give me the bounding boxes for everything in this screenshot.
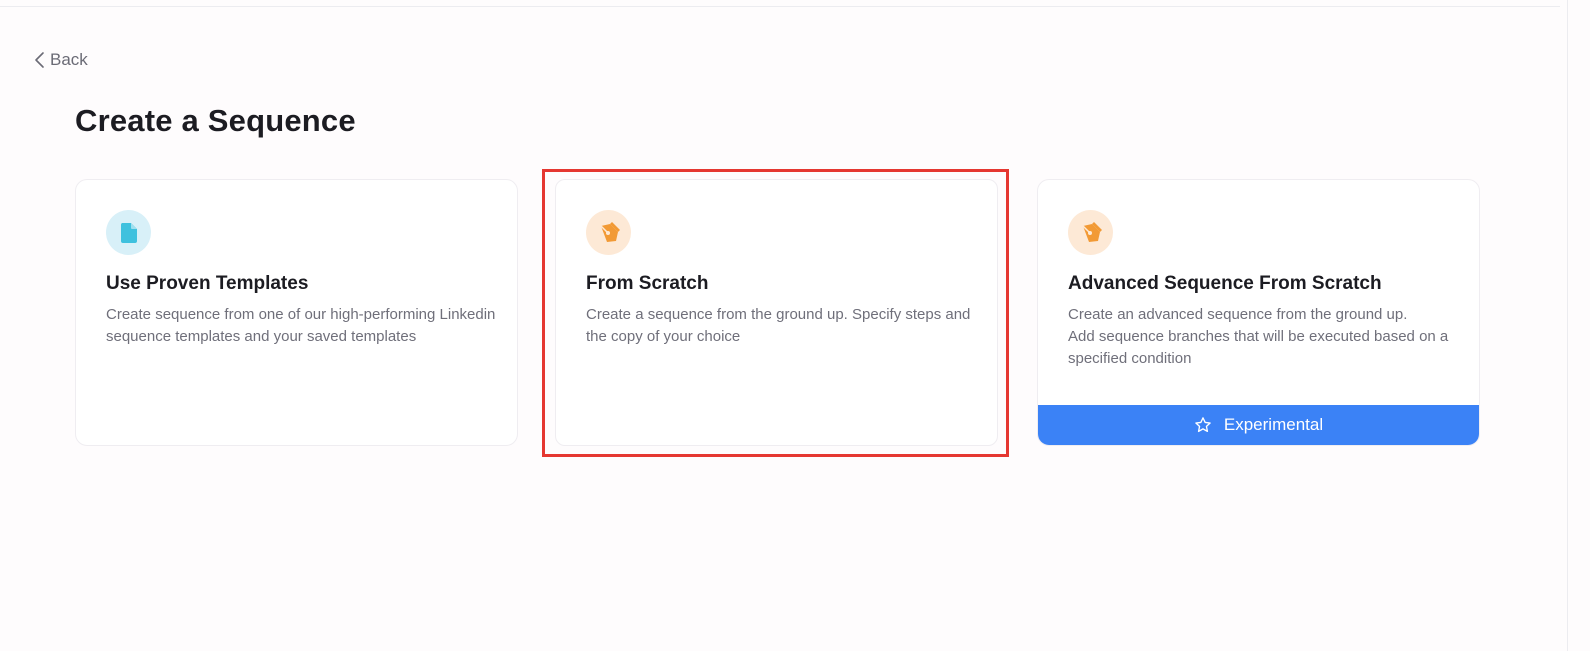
advanced-card-description-line-2: Add sequence branches that will be execu… [1068, 328, 1449, 367]
advanced-card-title: Advanced Sequence From Scratch [1068, 273, 1382, 294]
back-label: Back [50, 50, 88, 69]
experimental-label: Experimental [1223, 415, 1324, 434]
page-title: Create a Sequence [75, 103, 356, 138]
advanced-card-description-line-1: Create an advanced sequence from the gro… [1068, 306, 1408, 323]
scratch-card-description: Create a sequence from the ground up. Sp… [586, 306, 971, 345]
templates-card-description: Create sequence from one of our high-per… [106, 306, 496, 345]
chevron-left-icon [34, 51, 46, 69]
scrollbar-track[interactable] [1567, 0, 1568, 651]
advanced-card-description: Create an advanced sequence from the gro… [1068, 304, 1463, 370]
experimental-badge: Experimental [1038, 405, 1479, 445]
pen-nib-icon [1068, 210, 1113, 255]
scratch-card-title: From Scratch [586, 273, 709, 294]
top-divider [0, 6, 1560, 7]
create-sequence-page: Back Create a Sequence Use Proven Templa… [0, 0, 1590, 651]
advanced-card[interactable]: Advanced Sequence From Scratch Create an… [1037, 179, 1480, 446]
star-icon [1194, 416, 1212, 434]
document-icon [106, 210, 151, 255]
scratch-card[interactable]: From Scratch Create a sequence from the … [555, 179, 998, 446]
pen-nib-icon [586, 210, 631, 255]
back-button[interactable]: Back [34, 50, 88, 70]
templates-card-title: Use Proven Templates [106, 273, 309, 294]
templates-card[interactable]: Use Proven Templates Create sequence fro… [75, 179, 518, 446]
